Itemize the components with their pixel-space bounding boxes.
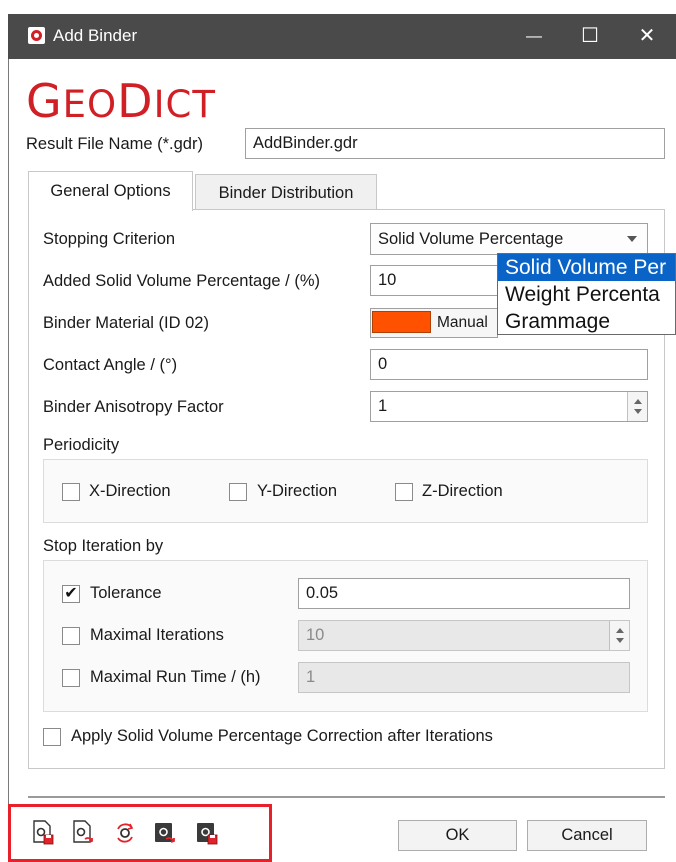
x-direction-label: X-Direction <box>89 482 171 500</box>
dropdown-option-weight[interactable]: Weight Percenta <box>498 281 675 308</box>
record-macro-icon[interactable] <box>196 820 218 846</box>
checkmark-icon: ✔ <box>64 585 78 602</box>
spin-up-icon <box>616 628 624 633</box>
result-file-input[interactable]: AddBinder.gdr <box>245 128 665 159</box>
result-file-label: Result File Name (*.gdr) <box>26 135 203 153</box>
tab-general-options[interactable]: General Options <box>28 171 193 211</box>
window-title: Add Binder <box>53 26 138 45</box>
binder-material-value: Manual <box>437 314 488 331</box>
geodict-logo: GEODICT <box>26 74 216 128</box>
spin-down-icon <box>634 409 642 414</box>
max-runtime-checkbox[interactable] <box>62 669 80 687</box>
ok-button[interactable]: OK <box>398 820 517 851</box>
max-iterations-value: 10 <box>306 626 325 644</box>
tolerance-checkbox[interactable]: ✔ <box>62 585 80 603</box>
binder-color-swatch[interactable] <box>372 311 431 333</box>
y-direction-checkbox[interactable] <box>229 483 247 501</box>
close-button[interactable]: ✕ <box>619 14 675 59</box>
tab-binder-distribution[interactable]: Binder Distribution <box>195 174 377 211</box>
stopping-criterion-label: Stopping Criterion <box>43 230 176 248</box>
footer-separator <box>28 796 665 798</box>
stopping-criterion-dropdown: Solid Volume Per Weight Percenta Grammag… <box>497 253 676 335</box>
periodicity-label: Periodicity <box>43 436 120 454</box>
tolerance-label: Tolerance <box>90 584 162 602</box>
max-iterations-label: Maximal Iterations <box>90 626 224 644</box>
minimize-button[interactable]: — <box>506 14 562 59</box>
chevron-down-icon <box>627 236 637 242</box>
anisotropy-spin-buttons[interactable] <box>627 392 647 421</box>
z-direction-label: Z-Direction <box>422 482 503 500</box>
apply-correction-checkbox[interactable] <box>43 728 61 746</box>
stopping-criterion-select[interactable]: Solid Volume Percentage <box>370 223 648 255</box>
dropdown-option-solid-volume[interactable]: Solid Volume Per <box>498 254 675 281</box>
z-direction-checkbox[interactable] <box>395 483 413 501</box>
run-macro-icon[interactable] <box>154 820 176 846</box>
cancel-button[interactable]: Cancel <box>527 820 647 851</box>
dropdown-option-grammage[interactable]: Grammage <box>498 308 675 334</box>
binder-material-label: Binder Material (ID 02) <box>43 314 209 332</box>
max-iterations-checkbox[interactable] <box>62 627 80 645</box>
contact-angle-label: Contact Angle / (°) <box>43 356 178 374</box>
y-direction-label: Y-Direction <box>257 482 338 500</box>
max-iterations-spin-buttons[interactable] <box>609 621 629 650</box>
anisotropy-label: Binder Anisotropy Factor <box>43 398 224 416</box>
app-icon <box>28 27 45 44</box>
spin-down-icon <box>616 638 624 643</box>
load-settings-icon[interactable] <box>72 820 94 846</box>
max-runtime-label: Maximal Run Time / (h) <box>90 668 261 686</box>
save-settings-icon[interactable] <box>32 820 54 846</box>
maximize-button[interactable]: ☐ <box>562 14 618 59</box>
spin-up-icon <box>634 399 642 404</box>
max-runtime-input[interactable]: 1 <box>298 662 630 693</box>
anisotropy-spinbox[interactable]: 1 <box>370 391 648 422</box>
tolerance-input[interactable]: 0.05 <box>298 578 630 609</box>
stop-iteration-label: Stop Iteration by <box>43 537 164 555</box>
x-direction-checkbox[interactable] <box>62 483 80 501</box>
title-bar[interactable]: Add Binder — ☐ ✕ <box>8 14 676 59</box>
contact-angle-input[interactable]: 0 <box>370 349 648 380</box>
added-svp-label: Added Solid Volume Percentage / (%) <box>43 272 320 290</box>
max-iterations-spinbox[interactable]: 10 <box>298 620 630 651</box>
stopping-criterion-value: Solid Volume Percentage <box>378 229 564 248</box>
reset-settings-icon[interactable] <box>114 820 136 846</box>
apply-correction-label: Apply Solid Volume Percentage Correction… <box>71 727 493 745</box>
anisotropy-value: 1 <box>378 397 388 415</box>
